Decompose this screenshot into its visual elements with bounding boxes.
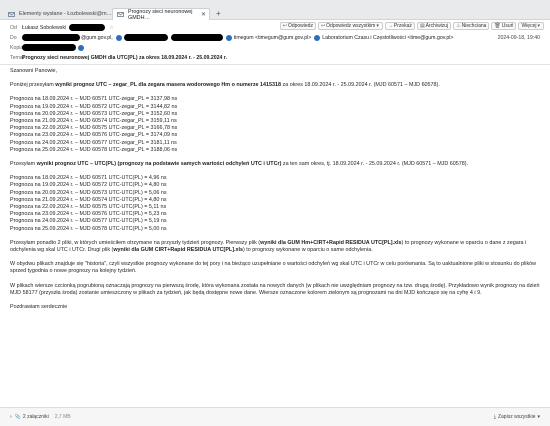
redacted-address bbox=[69, 24, 106, 31]
list-item: Prognoza na 25.09.2024 r. – MJD 60578 UT… bbox=[10, 146, 178, 153]
junk-button[interactable]: ♨ Niechciana bbox=[453, 22, 490, 30]
list-item: Prognoza na 19.09.2024 r. – MJD 60572 UT… bbox=[10, 103, 178, 110]
tab-label: Prognozy sieci neuronowej GMDH… bbox=[128, 8, 193, 21]
reply-button[interactable]: ↩ Odpowiedz bbox=[279, 22, 316, 30]
reply-all-button[interactable]: ↩ Odpowiedz wszystkim ▾ bbox=[317, 22, 383, 30]
forecast-list-utcpl: Prognoza na 18.09.2024 r. – MJD 60571 UT… bbox=[10, 175, 540, 233]
files-paragraph: Przesyłam ponadto 2 pliki, w których umi… bbox=[10, 239, 527, 254]
message-header: Od Łukasz Sobolewski ☆ ↩ Odpowiedz ↩ Odpow… bbox=[0, 21, 550, 65]
list-item: Prognoza na 23.09.2024 r. – MJD 60576 UT… bbox=[10, 211, 167, 218]
history-paragraph: W obydwu plikach znajduje się "historia"… bbox=[10, 261, 537, 275]
from-row: Od Łukasz Sobolewski ☆ bbox=[10, 23, 114, 32]
mail-icon bbox=[117, 11, 124, 18]
subject-row: Temat Prognozy sieci neuronowej GMDH dla… bbox=[10, 53, 227, 62]
contact-icon bbox=[314, 34, 321, 41]
forward-icon: → bbox=[387, 23, 393, 29]
redacted-address bbox=[22, 44, 76, 51]
contact-icon bbox=[115, 34, 122, 41]
bold-rows-paragraph: W plikach wiersze czcionką pogrubioną oz… bbox=[10, 282, 540, 296]
attachments-count: 2 załączniki bbox=[22, 414, 49, 420]
chevron-right-icon: › bbox=[10, 414, 12, 420]
list-item: Prognoza na 24.09.2024 r. – MJD 60577 UT… bbox=[10, 218, 167, 225]
trash-icon: 🗑 bbox=[494, 23, 501, 29]
recipient-4[interactable]: timegum <timegum@gum.gov.pl> bbox=[225, 34, 311, 41]
save-all-button[interactable]: ⤓ Zapisz wszystkie ▾ bbox=[494, 414, 540, 420]
from-name[interactable]: Łukasz Sobolewski bbox=[22, 25, 66, 31]
subject-text: Prognozy sieci neuronowej GMDH dla UTC(P… bbox=[22, 54, 227, 61]
list-item: Prognoza na 22.09.2024 r. – MJD 60575 UT… bbox=[10, 204, 167, 211]
tab-sent-items[interactable]: Elementy wysłane - Łozbolewski@m… bbox=[4, 8, 112, 20]
redacted-address bbox=[22, 34, 80, 41]
mail-icon bbox=[8, 11, 15, 18]
attachment-bar: › 📎 2 załączniki 2,7 MB ⤓ Zapisz wszystk… bbox=[0, 407, 550, 426]
forecast-list-clock: Prognoza na 18.09.2024 r. – MJD 60571 UT… bbox=[10, 96, 540, 154]
intro-paragraph: Poniżej przesyłam wyniki prognoz UTC – z… bbox=[10, 82, 440, 89]
new-tab-icon[interactable]: + bbox=[216, 9, 221, 18]
cc-label: Kopia bbox=[10, 44, 24, 51]
reply-all-icon: ↩ bbox=[320, 23, 326, 29]
close-icon[interactable]: ✕ bbox=[201, 11, 206, 18]
recipient-3[interactable] bbox=[170, 34, 223, 41]
archive-icon: ▤ bbox=[419, 23, 425, 29]
greeting: Szanowni Panowie, bbox=[10, 68, 58, 74]
message-date: 2024-09-18, 19:40 bbox=[497, 35, 540, 41]
chevron-down-icon: ▾ bbox=[537, 414, 540, 420]
list-item: Prognoza na 19.09.2024 r. – MJD 60572 UT… bbox=[10, 182, 167, 189]
subject-label: Temat bbox=[10, 54, 25, 61]
cc-row: Kopia bbox=[10, 43, 89, 52]
list-item: Prognoza na 21.09.2024 r. – MJD 60574 UT… bbox=[10, 118, 177, 125]
message-body: Szanowni Panowie, Poniżej przesyłam wyni… bbox=[10, 68, 540, 311]
chevron-down-icon: ▾ bbox=[537, 23, 540, 29]
chevron-down-icon: ▾ bbox=[376, 23, 379, 29]
reply-icon: ↩ bbox=[282, 23, 287, 29]
tab-bar: Elementy wysłane - Łozbolewski@m… Progno… bbox=[0, 0, 550, 21]
list-item: Prognoza na 25.09.2024 r. – MJD 60578 UT… bbox=[10, 225, 167, 232]
attachments-size: 2,7 MB bbox=[54, 414, 71, 420]
tab-message[interactable]: Prognozy sieci neuronowej GMDH… ✕ bbox=[112, 8, 210, 21]
to-label: Do bbox=[10, 34, 17, 41]
recipient-2[interactable] bbox=[115, 34, 168, 41]
delete-button[interactable]: 🗑 Usuń bbox=[491, 22, 517, 30]
list-item: Prognoza na 20.09.2024 r. – MJD 60573 UT… bbox=[10, 110, 178, 117]
download-icon: ⤓ bbox=[493, 414, 496, 420]
archive-button[interactable]: ▤ Archiwizuj bbox=[416, 22, 452, 30]
message-toolbar: ↩ Odpowiedz ↩ Odpowiedz wszystkim ▾ → Przeka… bbox=[278, 22, 544, 30]
recipient-1[interactable]: @gum.gov.pl , bbox=[22, 34, 113, 41]
more-button[interactable]: Więcej ▾ bbox=[518, 22, 544, 30]
closing: Pozdrawiam serdecznie bbox=[10, 304, 68, 311]
list-item: Prognoza na 21.09.2024 r. – MJD 60574 UT… bbox=[10, 196, 167, 203]
star-icon[interactable]: ☆ bbox=[109, 25, 114, 31]
contact-icon bbox=[78, 44, 84, 51]
forward-button[interactable]: → Przekaż bbox=[384, 22, 415, 30]
cc-recipient[interactable] bbox=[22, 44, 86, 51]
flame-icon: ♨ bbox=[456, 23, 461, 29]
redacted-address bbox=[170, 34, 223, 41]
contact-icon bbox=[225, 34, 232, 41]
paperclip-icon: 📎 bbox=[14, 414, 21, 420]
list-item: Prognoza na 24.09.2024 r. – MJD 60577 UT… bbox=[10, 139, 177, 146]
intro-paragraph-2: Przesyłam wyniki prognoz UTC – UTC(PL) (… bbox=[10, 161, 469, 168]
list-item: Prognoza na 22.09.2024 r. – MJD 60575 UT… bbox=[10, 125, 178, 132]
to-row: Do @gum.gov.pl , timegum <timegum@gum.go… bbox=[10, 33, 456, 42]
redacted-address bbox=[123, 34, 168, 41]
from-label: Od bbox=[10, 24, 17, 31]
list-item: Prognoza na 18.09.2024 r. – MJD 60571 UT… bbox=[10, 96, 178, 103]
list-item: Prognoza na 23.09.2024 r. – MJD 60576 UT… bbox=[10, 132, 178, 139]
list-item: Prognoza na 20.09.2024 r. – MJD 60573 UT… bbox=[10, 189, 167, 196]
list-item: Prognoza na 18.09.2024 r. – MJD 60571 UT… bbox=[10, 175, 167, 182]
tab-label: Elementy wysłane - Łozbolewski@m… bbox=[19, 11, 112, 17]
recipient-5[interactable]: Laboratorium Czasu i Częstotliwości <tim… bbox=[314, 34, 453, 41]
attachments-toggle[interactable]: › 📎 2 załączniki bbox=[10, 414, 49, 420]
